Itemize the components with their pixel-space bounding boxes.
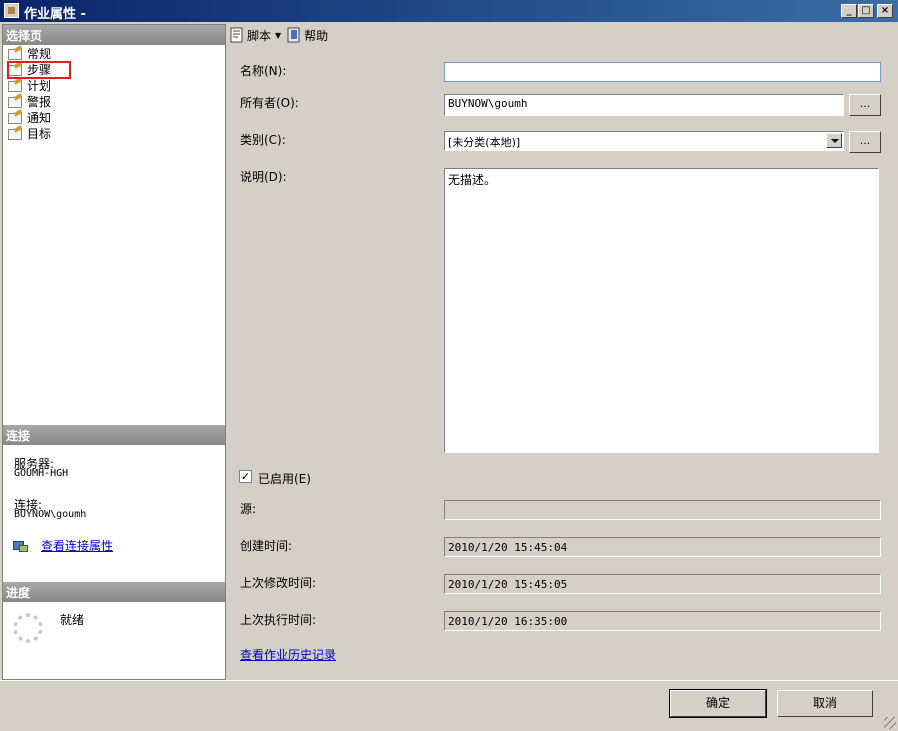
page-wrench-icon <box>7 94 23 108</box>
connection-value: BUYNOW\goumh <box>14 509 87 520</box>
source-field <box>444 500 881 520</box>
toolbar: 脚本 ▼ 帮助 <box>226 22 896 48</box>
window-title: 作业属性 - <box>24 7 86 22</box>
page-item-notifications[interactable]: 通知 <box>7 109 51 125</box>
connection-properties-icon <box>13 539 29 553</box>
created-field: 2010/1/20 15:45:04 <box>444 537 881 557</box>
page-item-label: 计划 <box>27 78 52 93</box>
window-icon <box>4 3 19 18</box>
modified-field: 2010/1/20 15:45:05 <box>444 574 881 594</box>
created-label: 创建时间: <box>240 539 293 553</box>
help-icon <box>287 27 301 43</box>
view-connection-properties-link[interactable]: 查看连接属性 <box>41 537 113 554</box>
chevron-down-icon: ▼ <box>275 30 282 40</box>
main-panel: 脚本 ▼ 帮助 名称(N): 所有者(O): BUYNOW\goumh ... … <box>226 22 896 680</box>
executed-label: 上次执行时间: <box>240 613 317 627</box>
connection-header: 连接 <box>3 425 225 445</box>
page-item-schedules[interactable]: 计划 <box>7 77 51 93</box>
view-job-history-link[interactable]: 查看作业历史记录 <box>240 646 336 663</box>
page-wrench-icon <box>7 126 23 140</box>
minimize-button[interactable]: _ <box>841 4 857 18</box>
progress-header: 进度 <box>3 582 225 602</box>
modified-label: 上次修改时间: <box>240 576 317 590</box>
script-button[interactable]: 脚本 ▼ <box>230 27 281 44</box>
enabled-label: 已启用(E) <box>258 472 311 486</box>
job-properties-window: 作业属性 - _ □ × 选择页 常规 步骤 计划 警报 通知 目标 连接 服务… <box>0 0 898 731</box>
description-textarea[interactable]: 无描述。 <box>444 168 879 453</box>
source-label: 源: <box>240 502 257 516</box>
name-label: 名称(N): <box>240 64 287 78</box>
dropdown-arrow-icon[interactable] <box>826 133 842 148</box>
select-page-header: 选择页 <box>3 25 225 45</box>
help-label: 帮助 <box>304 28 329 43</box>
enabled-checkbox[interactable]: ✓ <box>239 470 252 483</box>
page-item-label: 警报 <box>27 94 52 109</box>
script-icon <box>230 27 244 43</box>
script-label: 脚本 <box>247 28 272 43</box>
page-wrench-icon <box>7 46 23 60</box>
page-item-label: 目标 <box>27 126 52 141</box>
owner-field[interactable]: BUYNOW\goumh <box>444 94 844 116</box>
page-wrench-icon <box>7 110 23 124</box>
page-item-targets[interactable]: 目标 <box>7 125 51 141</box>
executed-field: 2010/1/20 16:35:00 <box>444 611 881 631</box>
description-label: 说明(D): <box>240 170 287 184</box>
page-item-general[interactable]: 常规 <box>7 45 51 61</box>
maximize-button[interactable]: □ <box>858 4 874 18</box>
category-browse-button[interactable]: ... <box>849 131 881 153</box>
close-button[interactable]: × <box>877 4 893 18</box>
help-button[interactable]: 帮助 <box>287 27 328 44</box>
resize-grip-icon[interactable] <box>884 717 896 729</box>
left-panel: 选择页 常规 步骤 计划 警报 通知 目标 连接 服务器: GOUMH-HGH <box>2 24 226 680</box>
title-bar[interactable]: 作业属性 - _ □ × <box>0 0 898 22</box>
highlight-box <box>7 61 71 79</box>
page-item-label: 常规 <box>27 46 52 61</box>
button-bar: 确定 取消 <box>0 680 898 731</box>
category-label: 类别(C): <box>240 133 286 147</box>
category-select[interactable]: [未分类(本地)] <box>444 131 844 151</box>
name-input[interactable] <box>444 62 881 82</box>
page-item-label: 通知 <box>27 110 52 125</box>
owner-label: 所有者(O): <box>240 96 299 110</box>
ok-button[interactable]: 确定 <box>669 689 767 718</box>
page-item-alerts[interactable]: 警报 <box>7 93 51 109</box>
page-wrench-icon <box>7 78 23 92</box>
progress-spinner-icon <box>13 613 43 643</box>
cancel-button[interactable]: 取消 <box>777 690 873 717</box>
view-connection-row: 查看连接属性 <box>13 537 113 554</box>
owner-browse-button[interactable]: ... <box>849 94 881 116</box>
category-value: [未分类(本地)] <box>448 136 521 149</box>
progress-status: 就绪 <box>60 613 85 627</box>
server-value: GOUMH-HGH <box>14 468 69 479</box>
